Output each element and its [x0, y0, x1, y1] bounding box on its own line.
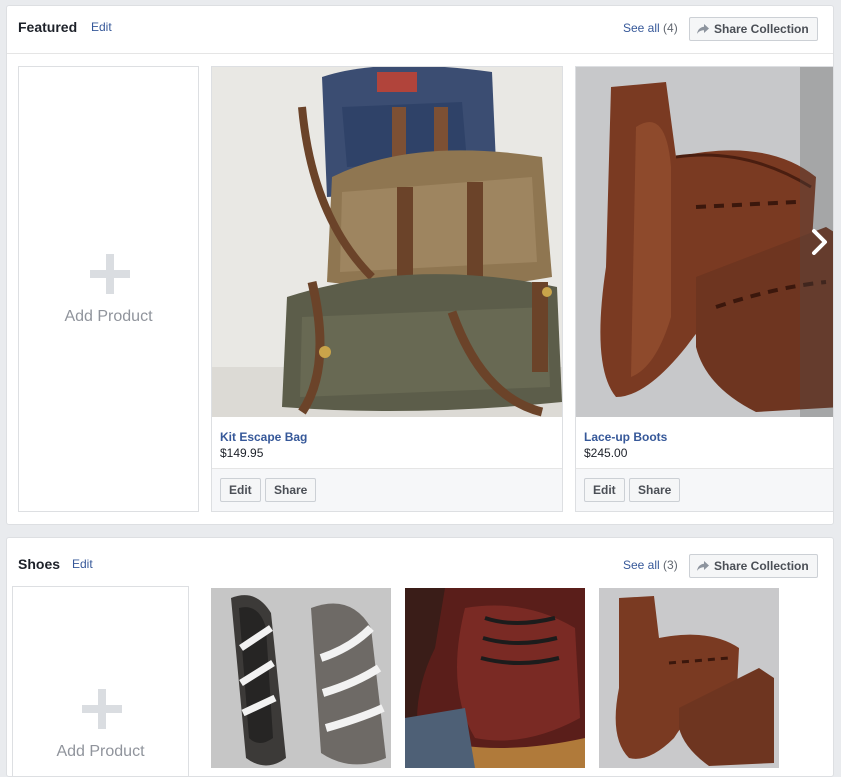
product-name[interactable]: Lace-up Boots — [584, 430, 667, 444]
add-product-label: Add Product — [56, 743, 145, 760]
collection-edit-link[interactable]: Edit — [72, 557, 93, 571]
product-price: $245.00 — [584, 446, 628, 460]
product-edit-button[interactable]: Edit — [584, 478, 625, 502]
product-share-button[interactable]: Share — [265, 478, 317, 502]
plus-icon — [90, 254, 130, 294]
product-actions: Edit Share — [212, 468, 562, 511]
collection-title: Shoes — [18, 556, 61, 572]
plus-icon — [82, 689, 122, 729]
product-tile-brown-boots[interactable] — [599, 588, 779, 768]
carousel-next-button[interactable] — [800, 67, 833, 417]
add-product-card[interactable]: Add Product — [18, 66, 199, 512]
product-tile-leather-boot[interactable] — [405, 588, 585, 768]
product-share-button[interactable]: Share — [629, 478, 681, 502]
collection-header: Shoes Edit See all (3) Share Collection — [7, 538, 833, 583]
product-card-lace-up-boots: Lace-up Boots $245.00 Edit Share — [575, 66, 833, 512]
share-collection-label: Share Collection — [714, 559, 809, 573]
see-all-link[interactable]: See all (3) — [623, 558, 678, 572]
see-all-count: (4) — [663, 21, 678, 35]
share-collection-button[interactable]: Share Collection — [689, 554, 818, 578]
product-edit-button[interactable]: Edit — [220, 478, 261, 502]
brown-boots-photo — [599, 588, 779, 768]
leather-boot-photo — [405, 588, 585, 768]
product-tile-sneakers[interactable] — [211, 588, 391, 768]
collection-title: Featured — [18, 19, 78, 35]
product-name[interactable]: Kit Escape Bag — [220, 430, 307, 444]
add-product-card[interactable]: Add Product — [12, 586, 189, 776]
sneakers-photo — [211, 588, 391, 768]
featured-collection-panel: Featured Edit See all (4) Share Collecti… — [6, 5, 834, 525]
bag-photo — [212, 67, 562, 417]
see-all-count: (3) — [663, 558, 678, 572]
see-all-label: See all — [623, 21, 660, 35]
product-image-bag[interactable] — [212, 67, 562, 417]
product-card-kit-escape-bag: Kit Escape Bag $149.95 Edit Share — [211, 66, 563, 512]
add-product-label: Add Product — [64, 308, 153, 325]
boots-photo — [576, 67, 833, 417]
chevron-right-icon — [812, 229, 827, 255]
collection-header: Featured Edit See all (4) Share Collecti… — [7, 6, 833, 51]
share-arrow-icon — [697, 561, 709, 571]
see-all-label: See all — [623, 558, 660, 572]
see-all-link[interactable]: See all (4) — [623, 21, 678, 35]
product-price: $149.95 — [220, 446, 264, 460]
header-divider — [7, 53, 833, 54]
share-arrow-icon — [697, 24, 709, 34]
product-actions: Edit Share — [576, 468, 833, 511]
share-collection-label: Share Collection — [714, 22, 809, 36]
product-image-boots[interactable] — [576, 67, 833, 417]
collection-edit-link[interactable]: Edit — [91, 20, 112, 34]
shoes-collection-panel: Shoes Edit See all (3) Share Collection … — [6, 537, 834, 777]
share-collection-button[interactable]: Share Collection — [689, 17, 818, 41]
